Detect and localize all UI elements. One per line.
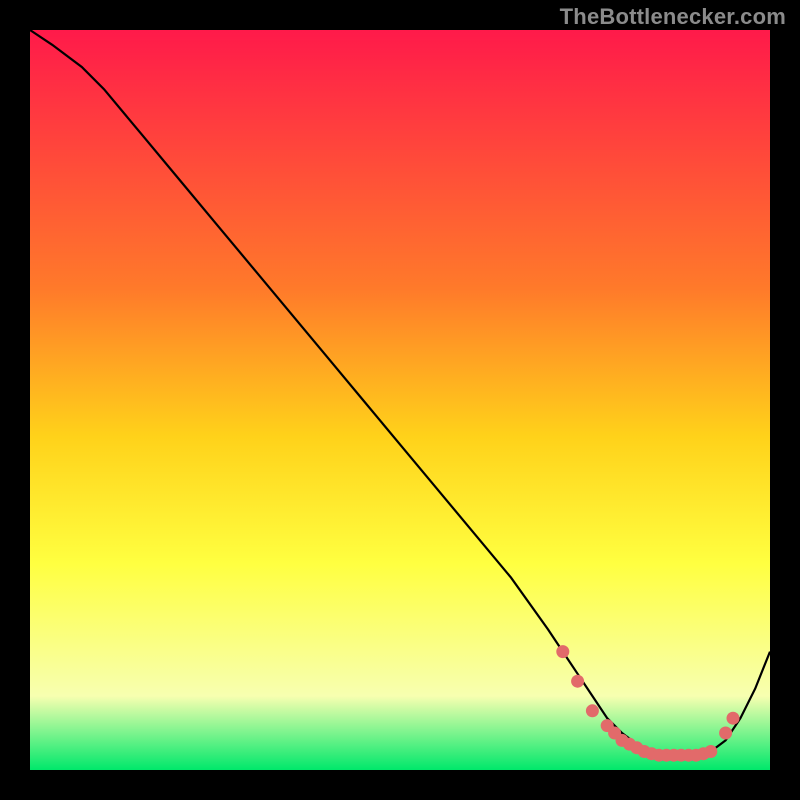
attribution-text: TheBottlenecker.com bbox=[560, 4, 786, 30]
plot-gradient-bg bbox=[30, 30, 770, 770]
highlight-dot bbox=[704, 745, 717, 758]
highlight-dot bbox=[586, 704, 599, 717]
highlight-dot bbox=[556, 645, 569, 658]
highlight-dot bbox=[719, 727, 732, 740]
bottleneck-chart bbox=[0, 0, 800, 800]
highlight-dot bbox=[571, 675, 584, 688]
chart-container: { "attribution": "TheBottlenecker.com", … bbox=[0, 0, 800, 800]
highlight-dot bbox=[727, 712, 740, 725]
